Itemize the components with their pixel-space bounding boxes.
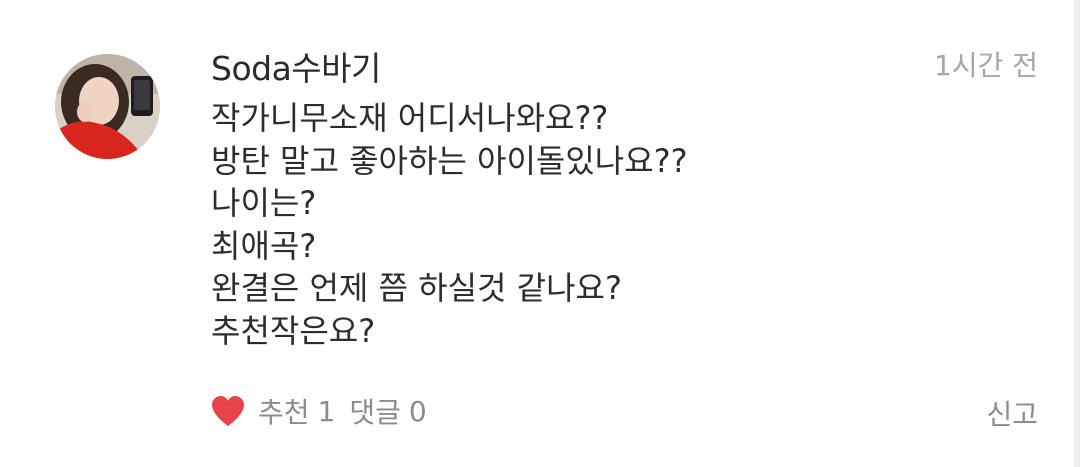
report-button[interactable]: 신고	[986, 393, 1038, 433]
reply-count: 0	[408, 394, 427, 428]
avatar-image	[55, 54, 160, 159]
comment-body: 작가니무소재 어디서나와요?? 방탄 말고 좋아하는 아이돌있나요?? 나이는?…	[211, 97, 1011, 352]
timestamp: 1시간 전	[934, 49, 1038, 82]
scroll-edge	[1074, 0, 1080, 467]
comment-line: 완결은 언제 쯤 하실것 같나요?	[211, 269, 622, 307]
avatar[interactable]	[55, 54, 160, 159]
comment-actions: 추천 1 댓글 0	[210, 388, 427, 434]
comment-line: 작가니무소재 어디서나와요??	[211, 99, 609, 137]
comment-card: Soda수바기 1시간 전 작가니무소재 어디서나와요?? 방탄 말고 좋아하는…	[0, 0, 1080, 467]
like-count: 1	[317, 394, 336, 428]
reply-label[interactable]: 댓글	[349, 391, 401, 431]
comment-line: 방탄 말고 좋아하는 아이돌있나요??	[211, 141, 688, 180]
comment-line: 추천작은요?	[211, 311, 376, 350]
comment-line: 최애곡?	[211, 226, 317, 265]
username[interactable]: Soda수바기	[211, 42, 381, 90]
heart-icon[interactable]	[210, 394, 246, 428]
comment-line: 나이는?	[211, 184, 317, 222]
like-label[interactable]: 추천	[258, 391, 310, 431]
